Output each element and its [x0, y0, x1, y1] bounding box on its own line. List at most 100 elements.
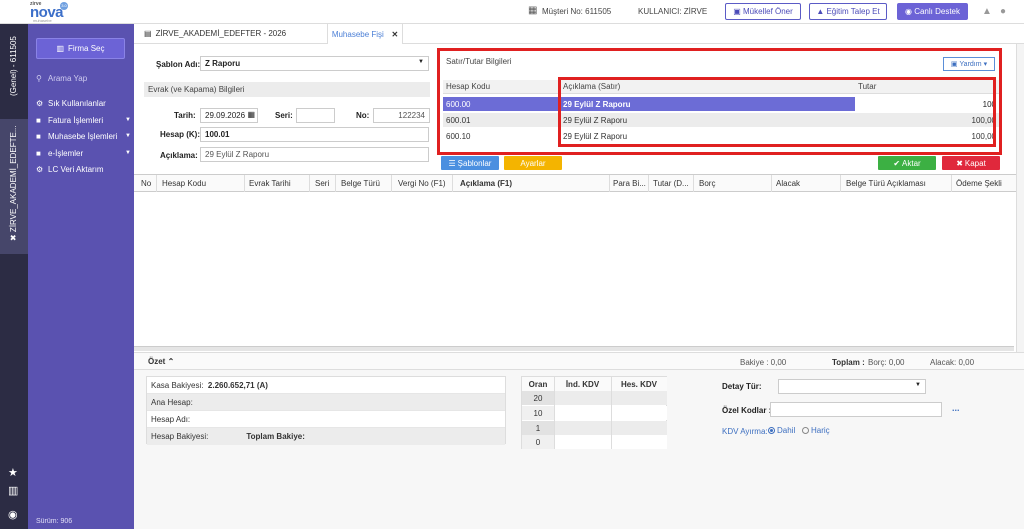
- sablonlar-button[interactable]: ☰ Şablonlar: [441, 156, 499, 170]
- satir-row[interactable]: 600.00 29 Eylül Z Raporu 100: [443, 97, 999, 111]
- close-icon[interactable]: ✕: [391, 30, 398, 39]
- th-evrak-tarihi[interactable]: Evrak Tarihi: [249, 179, 291, 188]
- ozel-kodlar-input[interactable]: [770, 402, 942, 417]
- satir-tutar[interactable]: 100: [855, 97, 999, 111]
- th-belge-turu[interactable]: Belge Türü: [341, 179, 380, 188]
- open-company-tab[interactable]: ✖ ZİRVE_AKADEMİ_EDEFTE...: [0, 119, 28, 254]
- sidebar: ▥ Firma Seç ⚲ Arama Yap ⚙ Sık Kullanılan…: [28, 24, 134, 529]
- th-para-birimi[interactable]: Para Bi...: [613, 179, 646, 188]
- hesap-info-panel: Kasa Bakiyesi: 2.260.652,71 (A) Ana Hesa…: [146, 376, 506, 445]
- th-belge-turu-aciklamasi[interactable]: Belge Türü Açıklaması: [846, 179, 926, 188]
- satir-kod[interactable]: 600.01: [443, 113, 560, 127]
- chevron-up-icon: ⌃: [167, 357, 175, 366]
- egitim-talep-button[interactable]: ▲ Eğitim Talep Et: [809, 3, 887, 20]
- ozel-kodlar-more-button[interactable]: ...: [952, 403, 960, 413]
- th-hesap-kodu[interactable]: Hesap Kodu: [162, 179, 206, 188]
- ozet-toggle[interactable]: Özet ⌃: [148, 357, 174, 366]
- hesap-adi-row: Hesap Adı:: [147, 411, 505, 428]
- ana-hesap-row: Ana Hesap:: [147, 394, 505, 411]
- ayarlar-label: Ayarlar: [520, 158, 546, 168]
- palette-icon[interactable]: ◉: [8, 508, 18, 521]
- sidebar-item-muhasebe[interactable]: ■ Muhasebe İşlemleri ▼: [36, 129, 131, 143]
- divider: [309, 175, 310, 193]
- haric-label: Hariç: [811, 426, 830, 435]
- sablon-select[interactable]: Z Raporu ▼: [200, 56, 429, 71]
- kapat-button[interactable]: ✖ Kapat: [942, 156, 1000, 170]
- open-company-tab-label: ✖ ZİRVE_AKADEMİ_EDEFTE...: [9, 125, 18, 241]
- version-label: Sürüm: 906: [36, 518, 73, 525]
- user-icon[interactable]: ●: [1000, 6, 1006, 17]
- zirve-nova-logo[interactable]: zirve nova muhasebe 3.0: [30, 1, 70, 23]
- calendar-icon[interactable]: ▦: [247, 110, 255, 119]
- th-borc[interactable]: Borç: [699, 179, 715, 188]
- close-icon: ✖: [956, 158, 963, 168]
- ozet-area: Kasa Bakiyesi: 2.260.652,71 (A) Ana Hesa…: [134, 370, 1024, 529]
- haric-radio[interactable]: Hariç: [802, 426, 830, 435]
- mukellef-oner-button[interactable]: ▣ Mükellef Öner: [725, 3, 801, 20]
- satir-row[interactable]: 600.10 29 Eylül Z Raporu 100,00: [443, 129, 999, 143]
- table-body[interactable]: [134, 192, 1014, 346]
- th-alacak[interactable]: Alacak: [776, 179, 800, 188]
- document-icon: ▤: [144, 29, 152, 38]
- satir-row[interactable]: 600.01 29 Eylül Z Raporu 100,00: [443, 113, 999, 127]
- divider: [611, 377, 612, 449]
- divider: [840, 175, 841, 193]
- aktar-button[interactable]: ✔ Aktar: [878, 156, 936, 170]
- satir-tutar[interactable]: 100,00: [855, 113, 999, 127]
- star-icon[interactable]: ★: [8, 466, 18, 479]
- sidebar-item-lc-veri[interactable]: ⚙ LC Veri Aktarım: [36, 162, 131, 176]
- firma-sec-button[interactable]: ▥ Firma Seç: [36, 38, 125, 59]
- detay-tur-select[interactable]: ▼: [778, 379, 926, 394]
- satir-kod[interactable]: 600.10: [443, 129, 560, 143]
- help-icon: ▣: [950, 61, 958, 68]
- chevron-down-icon: ▼: [418, 59, 424, 65]
- folder-icon: ■: [36, 131, 41, 141]
- hesap-bakiyesi-label: Hesap Bakiyesi:: [151, 432, 209, 441]
- hesap-adi-label: Hesap Adı:: [151, 414, 191, 424]
- vertical-scrollbar[interactable]: [1016, 44, 1024, 352]
- satir-tutar-title: Satır/Tutar Bilgileri: [446, 57, 512, 66]
- satir-tutar[interactable]: 100,00: [855, 129, 999, 143]
- tab-muhasebe-fisi[interactable]: Muhasebe Fişi ✕: [327, 24, 403, 44]
- list-icon: ☰: [448, 158, 456, 168]
- aciklama-input[interactable]: 29 Eylül Z Raporu: [200, 147, 429, 162]
- th-no[interactable]: No: [141, 179, 151, 188]
- search-placeholder: Arama Yap: [47, 73, 88, 83]
- tarih-input[interactable]: 29.09.2026 ▦: [200, 108, 258, 123]
- horizontal-scrollbar[interactable]: [134, 346, 1014, 351]
- dahil-radio[interactable]: Dahil: [768, 426, 795, 435]
- satir-aciklama[interactable]: 29 Eylül Z Raporu: [560, 97, 855, 111]
- no-label: No:: [356, 111, 370, 120]
- search-input[interactable]: ⚲ Arama Yap: [36, 71, 131, 85]
- canli-destek-button[interactable]: ◉ Canlı Destek: [897, 3, 968, 20]
- sidebar-item-e-islemler[interactable]: ■ e-İşlemler ▼: [36, 146, 131, 160]
- no-input[interactable]: 122234: [373, 108, 430, 123]
- kdv-rate: 0: [522, 435, 554, 449]
- th-odeme-sekli[interactable]: Ödeme Şekli: [956, 179, 1002, 188]
- ayarlar-button[interactable]: Ayarlar: [504, 156, 562, 170]
- satir-kod[interactable]: 600.00: [443, 97, 560, 111]
- sidebar-item-fatura[interactable]: ■ Fatura İşlemleri ▼: [36, 113, 131, 127]
- tab-company[interactable]: ▤ ZİRVE_AKADEMİ_EDEFTER - 2026: [144, 29, 286, 38]
- divider: [335, 175, 336, 193]
- satir-aciklama[interactable]: 29 Eylül Z Raporu: [560, 113, 855, 127]
- sidebar-item-label: Muhasebe İşlemleri: [48, 131, 118, 141]
- seri-input[interactable]: [296, 108, 335, 123]
- ozet-title: Özet: [148, 357, 166, 366]
- yardim-button[interactable]: ▣ Yardım ▾: [943, 57, 995, 71]
- bell-icon[interactable]: ▲: [982, 6, 992, 17]
- kdv-rate: 1: [522, 421, 554, 435]
- folder-icon: ■: [36, 115, 41, 125]
- hesap-input[interactable]: 100.01: [200, 127, 429, 142]
- bank-icon[interactable]: ▥: [8, 484, 18, 497]
- radio-unchecked-icon: [802, 427, 809, 434]
- sablon-label: Şablon Adı:: [156, 60, 201, 69]
- th-aciklama[interactable]: Açıklama (F1): [460, 179, 512, 188]
- logo-sub: muhasebe: [33, 18, 52, 23]
- sidebar-item-favorites[interactable]: ⚙ Sık Kullanılanlar: [36, 96, 131, 110]
- th-vergi-no[interactable]: Vergi No (F1): [398, 179, 446, 188]
- th-tutar[interactable]: Tutar (D...: [653, 179, 689, 188]
- satir-aciklama[interactable]: 29 Eylül Z Raporu: [560, 129, 855, 143]
- th-seri[interactable]: Seri: [315, 179, 329, 188]
- firma-sec-label: Firma Seç: [68, 44, 105, 53]
